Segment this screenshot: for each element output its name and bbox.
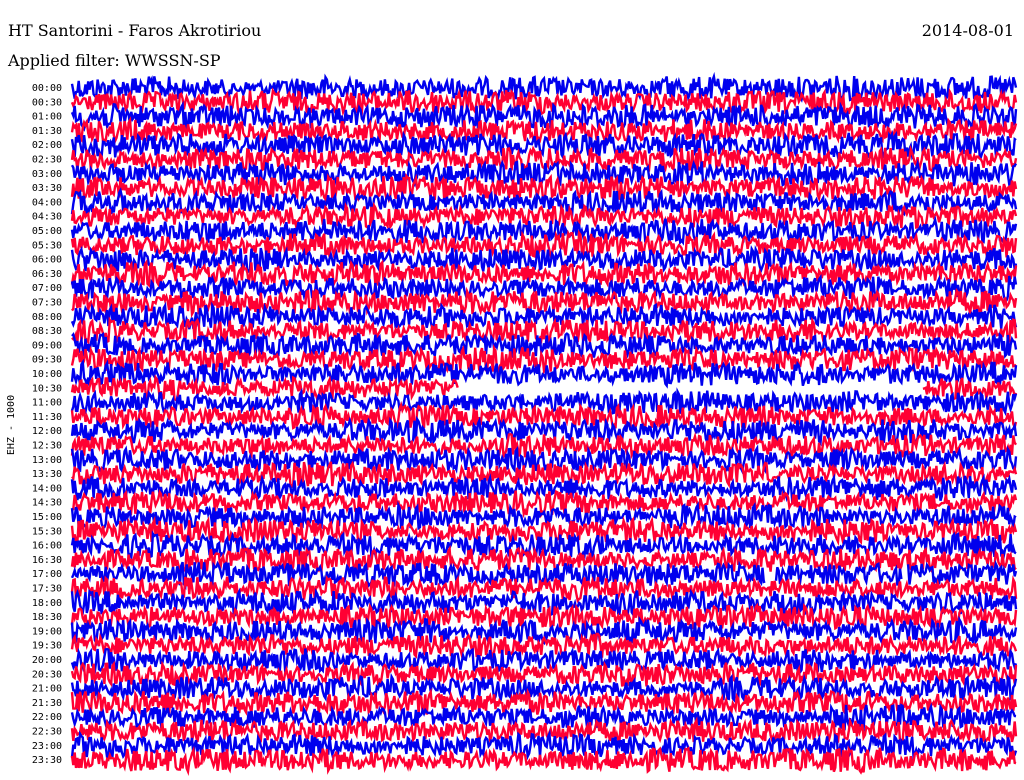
time-label-0830: 08:30: [32, 326, 62, 337]
time-label-1630: 16:30: [32, 555, 62, 566]
time-label-0030: 00:30: [32, 97, 62, 108]
time-label-2230: 22:30: [32, 727, 62, 738]
time-label-1730: 17:30: [32, 584, 62, 595]
time-label-0100: 01:00: [32, 112, 62, 123]
time-label-0300: 03:00: [32, 169, 62, 180]
time-label-0930: 09:30: [32, 355, 62, 366]
time-label-2300: 23:00: [32, 741, 62, 752]
helicorder-plot: 00:00 00:30 01:00 01:30 02:00 02:30 03:00 03:30…: [6, 71, 1018, 777]
time-label-1230: 12:30: [32, 441, 62, 452]
time-label-0900: 09:00: [32, 340, 62, 351]
time-label-1600: 16:00: [32, 541, 62, 552]
channel-label: EHZ - 1000: [6, 395, 17, 455]
time-label-1000: 10:00: [32, 369, 62, 380]
time-label-0800: 08:00: [32, 312, 62, 323]
time-label-1300: 13:00: [32, 455, 62, 466]
time-label-1500: 15:00: [32, 512, 62, 523]
time-label-0400: 04:00: [32, 197, 62, 208]
time-label-1430: 14:30: [32, 498, 62, 509]
time-label-0730: 07:30: [32, 298, 62, 309]
time-label-1030: 10:30: [32, 383, 62, 394]
time-label-0700: 07:00: [32, 283, 62, 294]
time-label-1330: 13:30: [32, 469, 62, 480]
time-label-1530: 15:30: [32, 526, 62, 537]
time-tick-labels: 00:00 00:30 01:00 01:30 02:00 02:30 03:00 03:30…: [32, 83, 62, 766]
time-label-1130: 11:30: [32, 412, 62, 423]
time-label-0130: 01:30: [32, 126, 62, 137]
time-label-2200: 22:00: [32, 712, 62, 723]
time-label-0430: 04:30: [32, 212, 62, 223]
time-label-1700: 17:00: [32, 569, 62, 580]
time-label-2030: 20:30: [32, 669, 62, 680]
time-label-1100: 11:00: [32, 398, 62, 409]
time-label-0330: 03:30: [32, 183, 62, 194]
time-label-2000: 20:00: [32, 655, 62, 666]
time-label-0530: 05:30: [32, 240, 62, 251]
time-label-0230: 02:30: [32, 155, 62, 166]
time-label-0500: 05:00: [32, 226, 62, 237]
time-label-0600: 06:00: [32, 255, 62, 266]
time-label-2330: 23:30: [32, 755, 62, 766]
time-label-0000: 00:00: [32, 83, 62, 94]
time-label-0630: 06:30: [32, 269, 62, 280]
time-label-1800: 18:00: [32, 598, 62, 609]
time-label-1900: 19:00: [32, 626, 62, 637]
time-label-1830: 18:30: [32, 612, 62, 623]
time-label-0200: 02:00: [32, 140, 62, 151]
time-label-1930: 19:30: [32, 641, 62, 652]
time-label-1400: 14:00: [32, 483, 62, 494]
trace-2330: [70, 745, 1017, 777]
time-label-2100: 21:00: [32, 684, 62, 695]
time-label-1200: 12:00: [32, 426, 62, 437]
seismic-traces: [70, 71, 1018, 777]
time-label-2130: 21:30: [32, 698, 62, 709]
